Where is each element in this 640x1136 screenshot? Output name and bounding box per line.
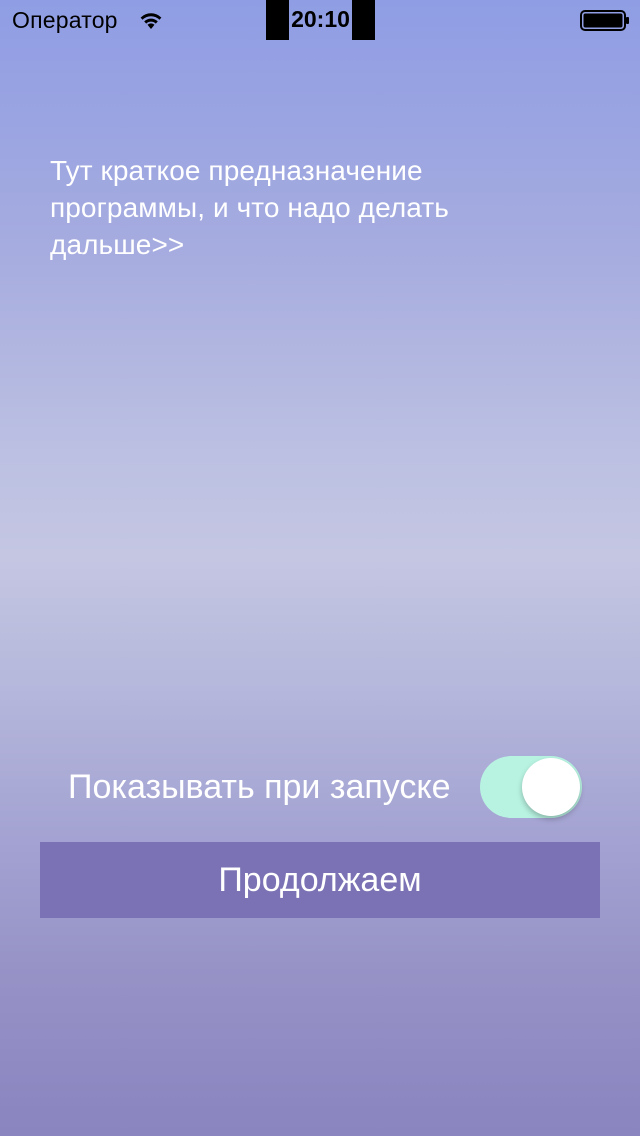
wifi-icon [138,9,164,31]
status-bar: Оператор 20:10 [0,0,640,40]
show-on-launch-label: Показывать при запуске [68,768,451,806]
clock: 20:10 [291,6,350,32]
toggle-knob [522,758,580,816]
carrier-name: Оператор [12,7,118,33]
show-on-launch-row: Показывать при запуске [0,756,640,820]
app-description: Тут краткое предназначение программы, и … [50,155,449,260]
continue-button[interactable]: Продолжаем [40,842,600,918]
clock-mask-left [266,0,289,40]
clock-mask-right [352,0,375,40]
show-on-launch-toggle[interactable] [480,756,582,818]
battery-icon [580,10,630,31]
